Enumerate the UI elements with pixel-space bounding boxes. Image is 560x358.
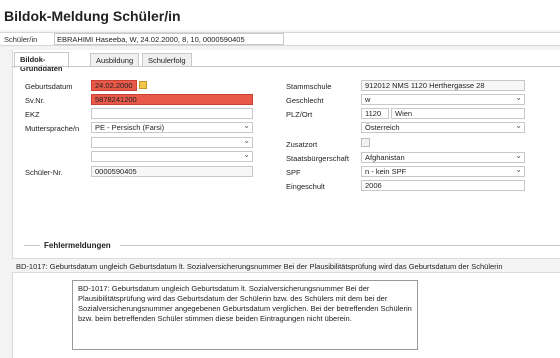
plzort-label: PLZ/Ort	[286, 110, 313, 119]
schuelernr-label: Schüler-Nr.	[25, 168, 63, 177]
student-label: Schüler/in	[4, 35, 38, 44]
muttersprache-label: Muttersprache/n	[25, 124, 80, 133]
svnr-field[interactable]: 5878241200	[91, 94, 253, 105]
error-tooltip: BD-1017: Geburtsdatum ungleich Geburtsda…	[72, 280, 418, 350]
spf-label: SPF	[286, 168, 301, 177]
zusatzort-label: Zusatzort	[286, 140, 318, 149]
ort-field[interactable]: Wien	[391, 108, 525, 119]
chevron-down-icon: ⌄	[243, 136, 250, 145]
stammschule-label: Stammschule	[286, 82, 332, 91]
error-row[interactable]: BD-1017: Geburtsdatum ungleich Geburtsda…	[12, 258, 560, 273]
ekz-label: EKZ	[25, 110, 40, 119]
chevron-down-icon: ⌄	[243, 150, 250, 159]
chevron-down-icon: ⌄	[515, 93, 522, 102]
muttersprache-value: PE - Persisch (Farsi)	[95, 123, 165, 132]
geschlecht-label: Geschlecht	[286, 96, 324, 105]
ekz-field[interactable]	[91, 108, 253, 119]
tab-schulerfolg[interactable]: Schulerfolg	[142, 53, 192, 67]
svnr-label: Sv.Nr.	[25, 96, 45, 105]
muttersprache-select[interactable]: PE - Persisch (Farsi) ⌄	[91, 122, 253, 133]
geburtsdatum-field[interactable]: 24.02.2000	[91, 80, 137, 91]
zusatzort-checkbox[interactable]	[361, 138, 370, 147]
staatsbuergerschaft-label: Staatsbürgerschaft	[286, 154, 349, 163]
fehlermeldungen-title: Fehlermeldungen	[44, 241, 111, 250]
land-value: Österreich	[365, 123, 400, 132]
eingeschult-label: Eingeschult	[286, 182, 325, 191]
student-bar: Schüler/in EBRAHIMI Haseeba, W, 24.02.20…	[0, 32, 560, 46]
chevron-down-icon: ⌄	[515, 165, 522, 174]
fehlermeldungen-line-right	[120, 245, 560, 246]
geschlecht-value: w	[365, 95, 371, 104]
spf-value: n - kein SPF	[365, 167, 407, 176]
muttersprache-select-2[interactable]: ⌄	[91, 137, 253, 148]
tab-divider	[12, 66, 560, 67]
schuelernr-field[interactable]: 0000590405	[91, 166, 253, 177]
spf-select[interactable]: n - kein SPF ⌄	[361, 166, 525, 177]
chevron-down-icon: ⌄	[515, 151, 522, 160]
page-title: Bildok-Meldung Schüler/in	[4, 8, 181, 24]
error-row-text: BD-1017: Geburtsdatum ungleich Geburtsda…	[16, 262, 503, 271]
stammschule-field[interactable]: 912012 NMS 1120 Herthergasse 28	[361, 80, 525, 91]
plz-field[interactable]: 1120	[361, 108, 389, 119]
muttersprache-select-3[interactable]: ⌄	[91, 151, 253, 162]
calendar-icon[interactable]	[139, 81, 147, 89]
fehlermeldungen-line-left	[24, 245, 40, 246]
student-field[interactable]: EBRAHIMI Haseeba, W, 24.02.2000, 8, 10, …	[54, 33, 284, 45]
chevron-down-icon: ⌄	[243, 121, 250, 130]
staatsbuergerschaft-value: Afghanistan	[365, 153, 405, 162]
staatsbuergerschaft-select[interactable]: Afghanistan ⌄	[361, 152, 525, 163]
geschlecht-select[interactable]: w ⌄	[361, 94, 525, 105]
eingeschult-field[interactable]: 2006	[361, 180, 525, 191]
title-bar: Bildok-Meldung Schüler/in	[0, 0, 560, 30]
geburtsdatum-label: Geburtsdatum	[25, 82, 73, 91]
chevron-down-icon: ⌄	[515, 121, 522, 130]
tab-ausbildung[interactable]: Ausbildung	[90, 53, 140, 67]
land-select[interactable]: Österreich ⌄	[361, 122, 525, 133]
